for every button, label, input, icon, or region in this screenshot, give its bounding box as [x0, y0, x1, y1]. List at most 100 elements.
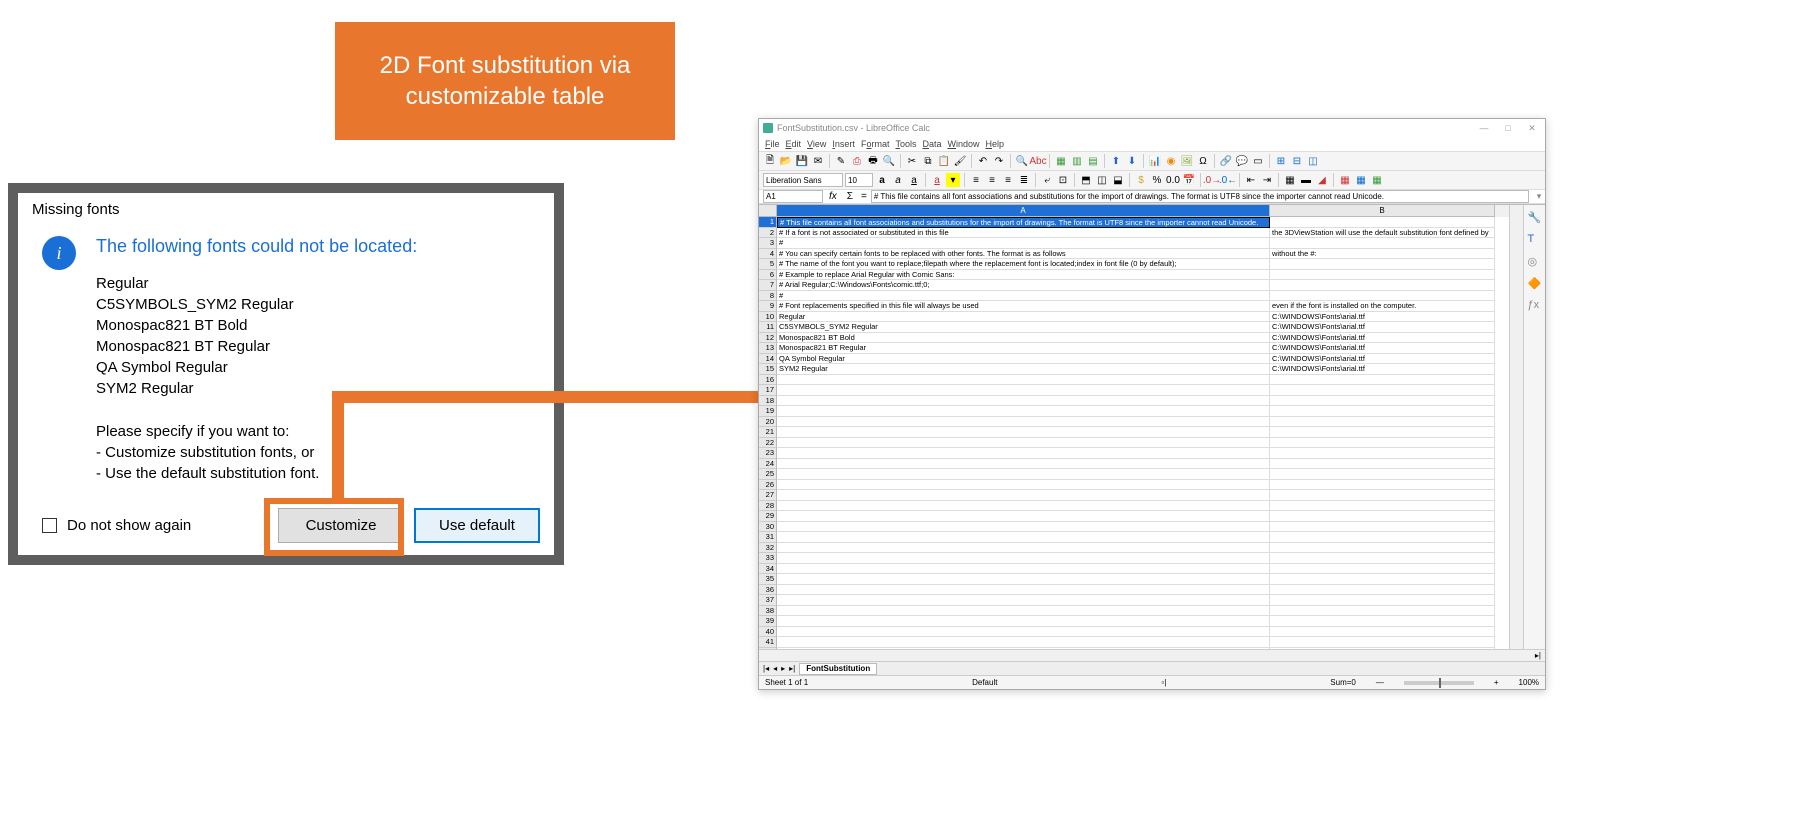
row-header[interactable]: 28 [759, 501, 777, 512]
row-header[interactable]: 39 [759, 616, 777, 627]
cell[interactable]: # Arial Regular;C:\Windows\Fonts\comic.t… [777, 280, 1270, 291]
copy-icon[interactable]: ⧉ [921, 154, 935, 168]
row-header[interactable]: 3 [759, 238, 777, 249]
cell[interactable] [777, 438, 1270, 449]
row-header[interactable]: 31 [759, 532, 777, 543]
cond-format-icon[interactable]: ▦ [1338, 173, 1352, 187]
cell[interactable] [777, 574, 1270, 585]
calc-titlebar[interactable]: FontSubstitution.csv - LibreOffice Calc … [759, 119, 1545, 137]
maximize-button[interactable]: □ [1499, 123, 1517, 134]
row-header[interactable]: 10 [759, 312, 777, 323]
cell[interactable]: C:\WINDOWS\Fonts\arial.ttf [1270, 322, 1495, 333]
cut-icon[interactable]: ✂ [905, 154, 919, 168]
font-name-selector[interactable]: Liberation Sans [763, 173, 843, 187]
navigator-icon[interactable]: 🔶 [1528, 277, 1542, 291]
email-icon[interactable]: ✉ [811, 154, 825, 168]
horizontal-scrollbar[interactable]: ▸| [759, 649, 1545, 661]
cell[interactable] [777, 427, 1270, 438]
cell[interactable] [1270, 217, 1495, 228]
sum-icon[interactable]: Σ [847, 191, 853, 202]
row-header[interactable]: 20 [759, 417, 777, 428]
cell[interactable]: QA Symbol Regular [777, 354, 1270, 365]
freeze-icon[interactable]: ⊞ [1274, 154, 1288, 168]
status-zoom[interactable]: 100% [1519, 678, 1539, 687]
cell[interactable] [1270, 553, 1495, 564]
row-header[interactable]: 18 [759, 396, 777, 407]
percent-icon[interactable]: % [1150, 173, 1164, 187]
paste-icon[interactable]: 📋 [937, 154, 951, 168]
row-header[interactable]: 30 [759, 522, 777, 533]
save-icon[interactable]: 💾 [795, 154, 809, 168]
cell[interactable]: # You can specify certain fonts to be re… [777, 249, 1270, 260]
cell[interactable] [1270, 406, 1495, 417]
menu-window[interactable]: Window [947, 139, 979, 149]
cell[interactable] [777, 511, 1270, 522]
cell[interactable] [777, 375, 1270, 386]
row-header[interactable]: 22 [759, 438, 777, 449]
cell[interactable] [1270, 606, 1495, 617]
cond-format2-icon[interactable]: ▦ [1354, 173, 1368, 187]
row-header[interactable]: 8 [759, 291, 777, 302]
cell[interactable] [1270, 280, 1495, 291]
row-header[interactable]: 29 [759, 511, 777, 522]
cell[interactable] [1270, 270, 1495, 281]
row-header[interactable]: 7 [759, 280, 777, 291]
cell[interactable] [1270, 385, 1495, 396]
sheet-nav-prev-icon[interactable]: ◂ [773, 664, 777, 673]
cell[interactable] [1270, 637, 1495, 648]
align-center-icon[interactable]: ≡ [985, 173, 999, 187]
row-header[interactable]: 6 [759, 270, 777, 281]
cell[interactable] [1270, 532, 1495, 543]
hyperlink-icon[interactable]: 🔗 [1219, 154, 1233, 168]
menu-insert[interactable]: Insert [832, 139, 855, 149]
font-size-selector[interactable]: 10 [845, 173, 873, 187]
cell[interactable] [1270, 469, 1495, 480]
border-style-icon[interactable]: ▬ [1299, 173, 1313, 187]
cell[interactable] [1270, 427, 1495, 438]
cell[interactable]: C:\WINDOWS\Fonts\arial.ttf [1270, 354, 1495, 365]
format-paintbrush-icon[interactable]: 🖌 [953, 154, 967, 168]
italic-icon[interactable]: a [891, 173, 905, 187]
new-doc-icon[interactable]: 🗎 [763, 154, 777, 168]
cell[interactable] [1270, 448, 1495, 459]
row-header[interactable]: 33 [759, 553, 777, 564]
cell[interactable] [777, 522, 1270, 533]
cell[interactable]: # Example to replace Arial Regular with … [777, 270, 1270, 281]
sheet-nav-first-icon[interactable]: |◂ [763, 664, 769, 673]
function-wizard-icon[interactable]: fx [829, 191, 837, 202]
cell[interactable]: Monospac821 BT Regular [777, 343, 1270, 354]
font-color-icon[interactable]: a [930, 173, 944, 187]
cell[interactable] [777, 480, 1270, 491]
sheet-nav-last-icon[interactable]: ▸| [789, 664, 795, 673]
spellcheck-icon[interactable]: Abc [1031, 154, 1045, 168]
highlight-icon[interactable]: ▾ [946, 173, 960, 187]
vertical-scrollbar[interactable] [1509, 205, 1523, 649]
minimize-button[interactable]: — [1475, 123, 1493, 134]
row-header[interactable]: 36 [759, 585, 777, 596]
menu-tools[interactable]: Tools [895, 139, 916, 149]
row-header[interactable]: 24 [759, 459, 777, 470]
cell[interactable] [777, 543, 1270, 554]
row-header[interactable]: 21 [759, 427, 777, 438]
cell[interactable] [777, 606, 1270, 617]
cell[interactable] [777, 501, 1270, 512]
cell[interactable]: even if the font is installed on the com… [1270, 301, 1495, 312]
cell[interactable]: the 3DViewStation will use the default s… [1270, 228, 1495, 239]
cell[interactable] [777, 406, 1270, 417]
row-header[interactable]: 34 [759, 564, 777, 575]
sort-asc-icon[interactable]: ⬆ [1109, 154, 1123, 168]
cell[interactable] [777, 595, 1270, 606]
cell[interactable] [1270, 480, 1495, 491]
checkbox-icon[interactable] [42, 518, 57, 533]
formula-expand-icon[interactable]: ▾ [1533, 191, 1545, 202]
cell[interactable]: C:\WINDOWS\Fonts\arial.ttf [1270, 364, 1495, 375]
wrap-icon[interactable]: ⤶ [1040, 173, 1054, 187]
cell[interactable]: # If a font is not associated or substit… [777, 228, 1270, 239]
export-pdf-icon[interactable]: ⎙ [850, 154, 864, 168]
date-icon[interactable]: 📅 [1182, 173, 1196, 187]
cell[interactable]: # [777, 291, 1270, 302]
customize-button[interactable]: Customize [278, 508, 404, 543]
split-icon[interactable]: ⊟ [1290, 154, 1304, 168]
undo-icon[interactable]: ↶ [976, 154, 990, 168]
align-justify-icon[interactable]: ≣ [1017, 173, 1031, 187]
